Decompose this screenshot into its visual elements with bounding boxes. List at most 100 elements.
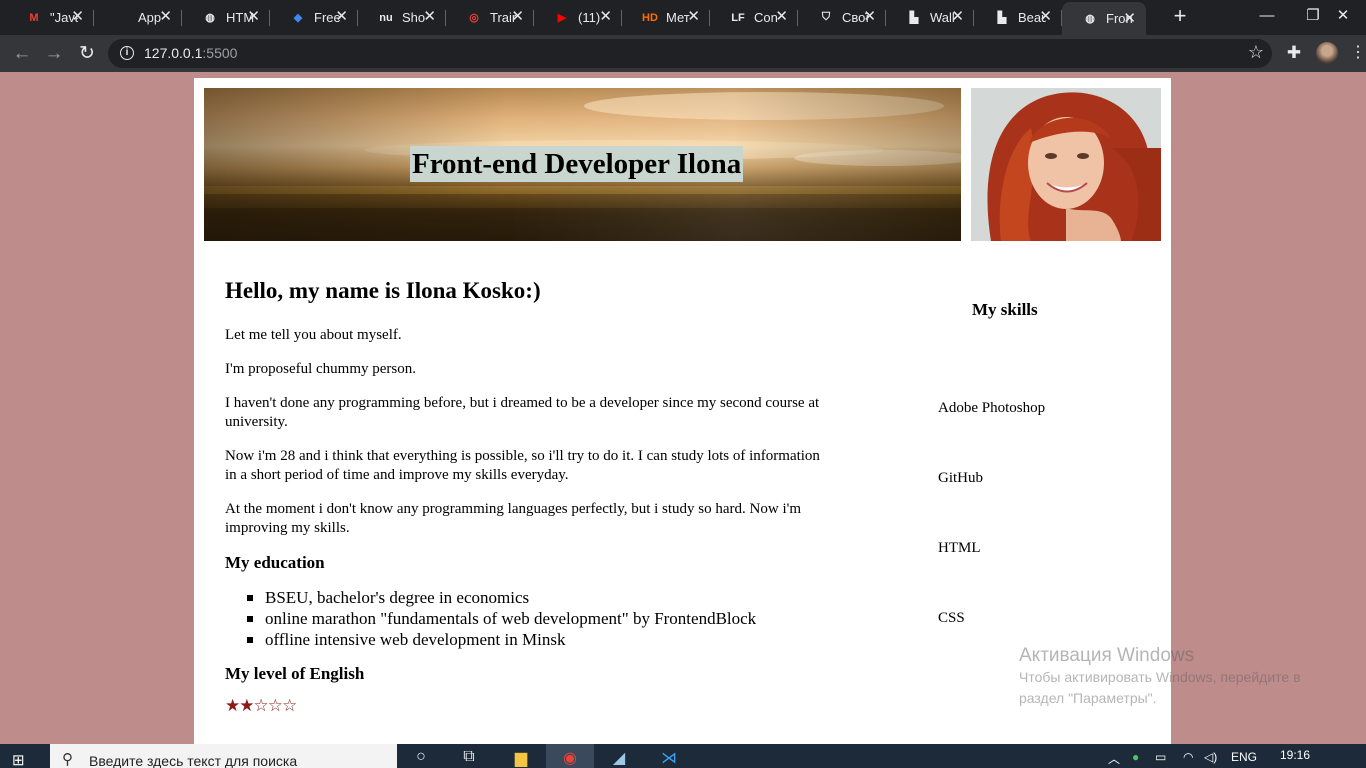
- education-item: offline intensive web development in Min…: [247, 629, 835, 650]
- hd-icon: HD: [642, 11, 658, 24]
- education-item: BSEU, bachelor's degree in economics: [247, 587, 835, 608]
- about-paragraph: I'm proposeful chummy person.: [225, 361, 417, 377]
- watermark-text: Чтобы активировать Windows, перейдите в …: [1019, 669, 1301, 706]
- browser-tab[interactable]: ▶ (11) ✕: [534, 0, 622, 35]
- clock-time[interactable]: 19:16: [1280, 748, 1310, 762]
- language-indicator[interactable]: ENG: [1231, 750, 1257, 764]
- browser-tab[interactable]: LF Con ✕: [710, 0, 798, 35]
- new-tab-button[interactable]: +: [1168, 4, 1192, 28]
- wallpaper-icon: ▙: [997, 12, 1007, 24]
- wallpaper-icon: ▙: [909, 12, 919, 24]
- app-icon[interactable]: ◢: [607, 748, 631, 768]
- search-icon: ⚲: [62, 751, 73, 768]
- star-filled-icon: ★: [239, 696, 254, 715]
- star-empty-icon: ☆: [282, 696, 297, 715]
- profile-photo: [971, 88, 1161, 241]
- browser-tab[interactable]: App ✕: [94, 0, 182, 35]
- gmail-icon: M: [29, 11, 39, 24]
- chrome-taskbar-button[interactable]: ◉: [546, 744, 594, 768]
- forward-arrow-icon[interactable]: →: [41, 41, 67, 67]
- windows-taskbar: ⊞ ⚲ Введите здесь текст для поиска ○ ⧉ ▆…: [0, 744, 1366, 768]
- nu-icon: nu: [379, 11, 393, 24]
- close-tab-icon[interactable]: ✕: [1039, 9, 1052, 25]
- globe-icon: ◍: [205, 12, 215, 24]
- profile-avatar[interactable]: [1316, 42, 1338, 64]
- browser-tab[interactable]: M"Java✕: [6, 0, 94, 35]
- about-paragraph: I haven't done any programming before, b…: [225, 395, 820, 430]
- close-window-button[interactable]: ✕: [1320, 0, 1366, 35]
- security-tray-icon[interactable]: ●: [1132, 750, 1139, 764]
- about-paragraph: At the moment i don't know any programmi…: [225, 501, 801, 536]
- youtube-icon: ▶: [557, 12, 567, 24]
- star-filled-icon: ★: [225, 696, 240, 715]
- browser-toolbar: ← → ↻ i 127.0.0.1:5500 ☆ ✚ ⋮: [0, 35, 1366, 72]
- close-tab-icon[interactable]: ✕: [863, 9, 876, 25]
- extensions-puzzle-icon[interactable]: ✚: [1284, 43, 1304, 63]
- lf-icon: LF: [731, 11, 745, 24]
- greeting-heading: Hello, my name is Ilona Kosko:): [225, 278, 541, 303]
- close-tab-icon[interactable]: ✕: [687, 9, 700, 25]
- close-tab-icon[interactable]: ✕: [247, 9, 260, 25]
- close-tab-icon[interactable]: ✕: [159, 9, 172, 25]
- browser-tab[interactable]: ◆ Free ✕: [270, 0, 358, 35]
- chrome-icon: ◉: [563, 750, 577, 767]
- search-placeholder: Введите здесь текст для поиска: [89, 753, 298, 768]
- skill-item: GitHub: [938, 470, 983, 486]
- browser-tab[interactable]: ◍ HTM ✕: [182, 0, 270, 35]
- taskbar-search-box[interactable]: ⚲ Введите здесь текст для поиска: [50, 744, 397, 768]
- back-arrow-icon[interactable]: ←: [9, 41, 35, 67]
- windows-activation-watermark: Активация Windows Чтобы активировать Win…: [1019, 645, 1339, 709]
- tray-chevron-icon[interactable]: ︿: [1108, 750, 1120, 767]
- volume-icon[interactable]: ◁): [1204, 750, 1217, 764]
- browser-tab[interactable]: nu Sho ✕: [358, 0, 446, 35]
- address-bar[interactable]: i 127.0.0.1:5500 ☆: [108, 39, 1272, 68]
- watermark-title: Активация Windows: [1019, 645, 1195, 666]
- browser-tab[interactable]: HD Мет ✕: [622, 0, 710, 35]
- banner-image: Front-end Developer Ilona: [204, 88, 961, 241]
- portrait-image-icon: [971, 88, 1161, 241]
- skills-heading: My skills: [972, 300, 1038, 319]
- browser-tab[interactable]: ◎ Trair ✕: [446, 0, 534, 35]
- skill-item: Adobe Photoshop: [938, 400, 1046, 416]
- globe-icon: ◍: [1085, 13, 1095, 25]
- education-item: online marathon "fundamentals of web dev…: [247, 608, 835, 629]
- close-tab-icon[interactable]: ✕: [511, 9, 524, 25]
- task-view-icon[interactable]: ⧉: [457, 748, 481, 768]
- browser-tab-strip: M"Java✕App✕◍HTM✕◆Free✕nuSho✕◎Trair✕▶(11)…: [0, 0, 1366, 35]
- close-tab-icon[interactable]: ✕: [423, 9, 436, 25]
- skill-item: CSS: [938, 610, 965, 626]
- close-tab-icon[interactable]: ✕: [951, 9, 964, 25]
- cortana-icon[interactable]: ○: [409, 748, 433, 768]
- browser-tab[interactable]: ◍ Fron ✕: [1062, 2, 1146, 35]
- browser-tab[interactable]: ⛉ Свої ✕: [798, 0, 886, 35]
- close-tab-icon[interactable]: ✕: [599, 9, 612, 25]
- vscode-icon[interactable]: ⋊: [657, 748, 681, 768]
- banner-title: Front-end Developer Ilona: [410, 146, 744, 182]
- file-explorer-icon[interactable]: ▆: [509, 748, 533, 768]
- about-section: Hello, my name is Ilona Kosko:) Let me t…: [225, 278, 835, 714]
- star-empty-icon: ☆: [267, 696, 283, 715]
- windows-start-icon[interactable]: ⊞: [12, 751, 32, 768]
- star-empty-icon: ☆: [253, 696, 269, 715]
- education-list: BSEU, bachelor's degree in economics onl…: [247, 587, 835, 650]
- wifi-icon[interactable]: ◠: [1183, 750, 1193, 764]
- shield-icon: ◆: [293, 12, 303, 24]
- minimize-button[interactable]: —: [1244, 0, 1290, 35]
- site-info-icon[interactable]: i: [120, 46, 134, 60]
- about-paragraph: Let me tell you about myself.: [225, 327, 402, 343]
- close-tab-icon[interactable]: ✕: [1123, 11, 1136, 27]
- close-tab-icon[interactable]: ✕: [71, 9, 84, 25]
- skills-section: My skills Adobe Photoshop GitHub HTML CS…: [938, 300, 1138, 679]
- english-heading: My level of English: [225, 664, 365, 683]
- close-tab-icon[interactable]: ✕: [335, 9, 348, 25]
- close-tab-icon[interactable]: ✕: [775, 9, 788, 25]
- skill-item: HTML: [938, 540, 981, 556]
- apps-icon: [114, 10, 130, 26]
- network-tray-icon[interactable]: ▭: [1155, 750, 1166, 764]
- browser-tab[interactable]: ▙ Beau ✕: [974, 0, 1062, 35]
- more-menu-icon[interactable]: ⋮: [1350, 42, 1366, 64]
- url-text[interactable]: 127.0.0.1:5500: [144, 45, 237, 61]
- reload-icon[interactable]: ↻: [74, 41, 100, 67]
- bookmark-star-icon[interactable]: ☆: [1248, 42, 1264, 63]
- browser-tab[interactable]: ▙ Wall ✕: [886, 0, 974, 35]
